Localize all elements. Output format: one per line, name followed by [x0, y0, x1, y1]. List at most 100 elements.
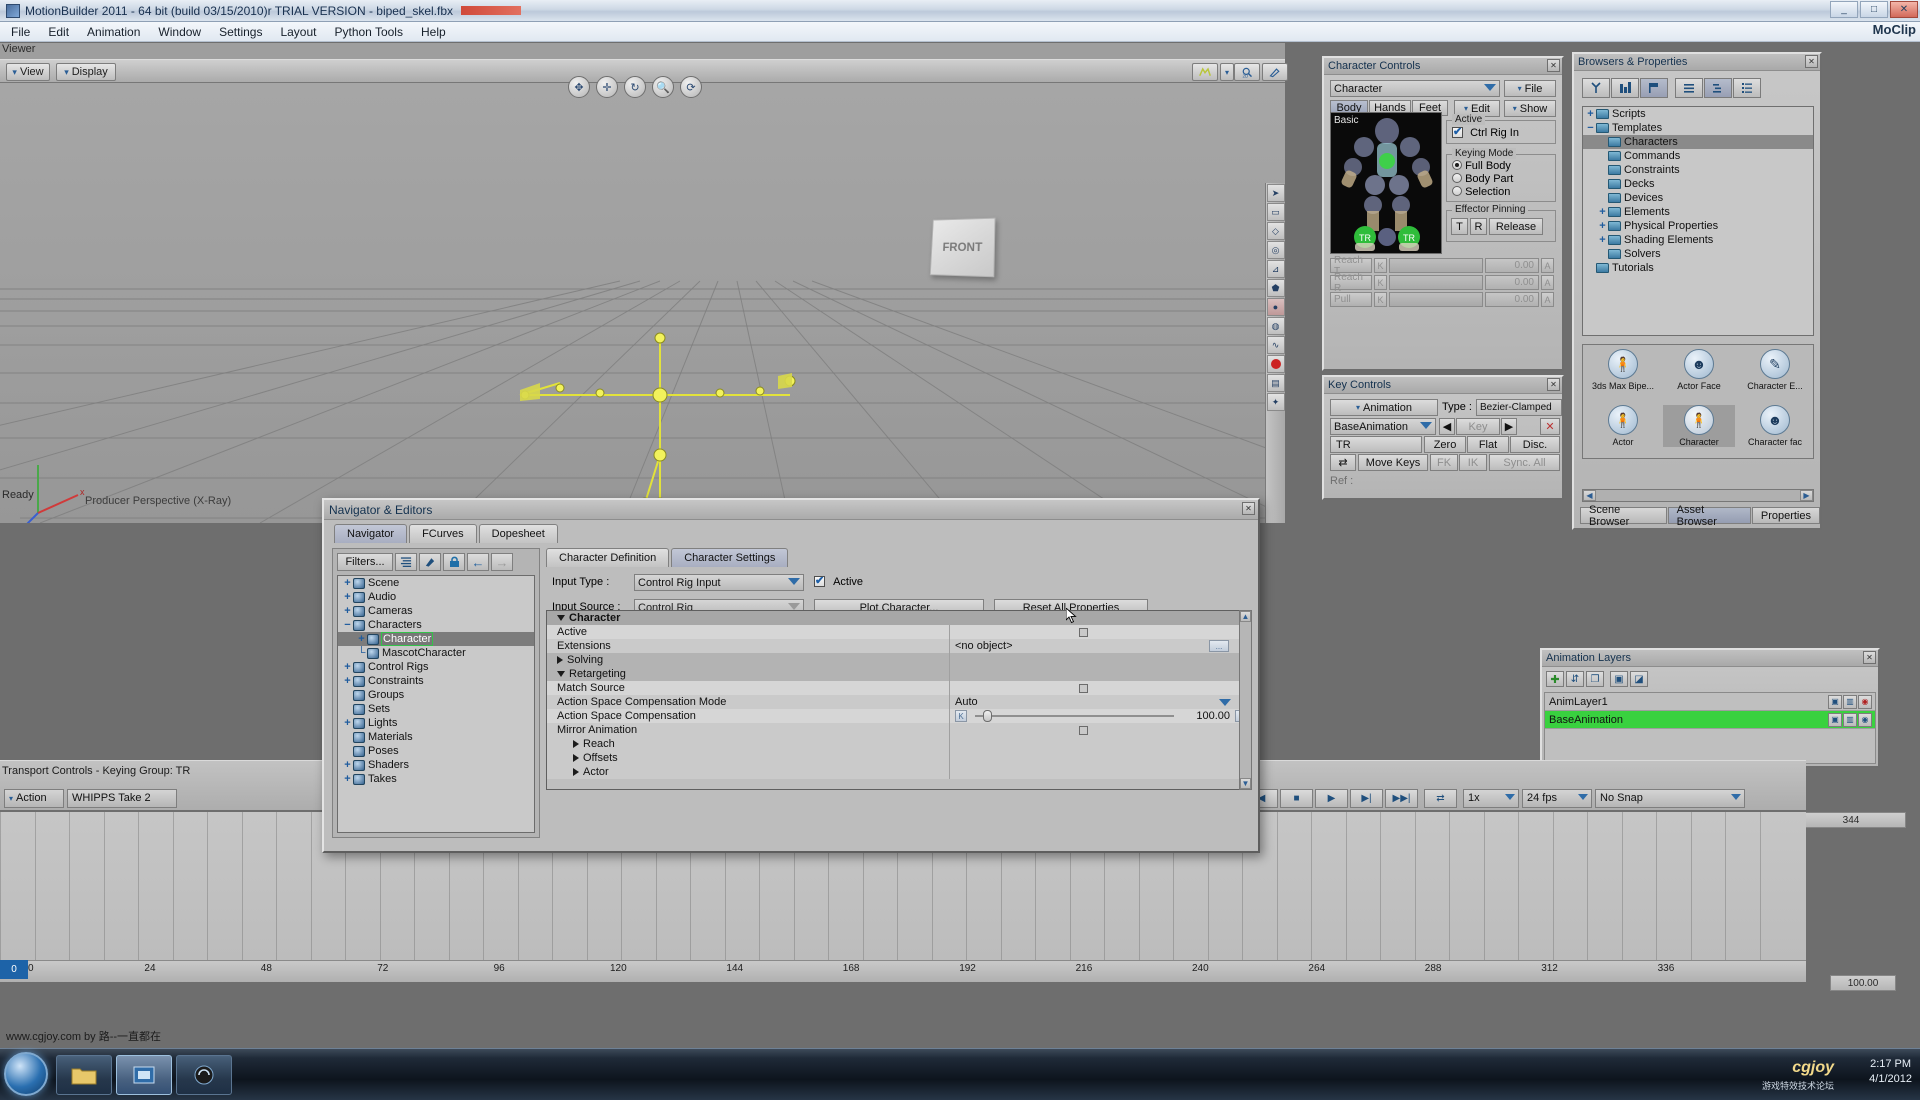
expander-icon[interactable]: + — [342, 605, 353, 617]
tree-item[interactable]: − Templates — [1583, 121, 1813, 135]
tree-item[interactable]: Commands — [1583, 149, 1813, 163]
tab-navigator[interactable]: Navigator — [334, 524, 408, 543]
asset-hscrollbar[interactable]: ◀ ▶ — [1582, 489, 1814, 502]
tree-item[interactable]: Solvers — [1583, 247, 1813, 261]
animation-button[interactable]: ▾ Animation — [1330, 399, 1438, 416]
explorer-icon[interactable] — [56, 1055, 112, 1095]
tab-dopesheet[interactable]: Dopesheet — [478, 524, 558, 543]
tool3-icon[interactable]: ◎ — [1266, 241, 1285, 259]
keyframe-button[interactable]: K — [955, 710, 967, 722]
ctrl-rig-in-checkbox[interactable] — [1452, 125, 1463, 138]
chevron-right-icon[interactable] — [573, 768, 579, 776]
tool5-icon[interactable]: ⬟ — [1266, 279, 1285, 297]
tool2-icon[interactable]: ◇ — [1266, 222, 1285, 240]
play-button[interactable]: ▶ — [1315, 788, 1348, 808]
file-menu-button[interactable]: ▾ File — [1504, 80, 1556, 97]
tree-item[interactable]: + Scripts — [1583, 107, 1813, 121]
character-select[interactable]: Character — [1330, 80, 1500, 97]
property-value-cell[interactable] — [949, 681, 1251, 695]
pin-release-button[interactable]: Release — [1489, 218, 1543, 235]
reach-r-row[interactable]: Reach R K 0.00 A — [1330, 272, 1554, 294]
type-select[interactable]: Bezier-Clamped — [1476, 399, 1562, 416]
pan-icon[interactable]: ✥ — [568, 76, 590, 98]
reach-t-auto[interactable]: A — [1541, 258, 1554, 273]
speed-select[interactable]: 1x — [1463, 788, 1519, 808]
expander-icon[interactable]: + — [342, 773, 353, 785]
property-row[interactable]: Actor — [547, 765, 1251, 779]
scene-navigator-tree[interactable]: + Scene + Audio + Cameras − Characters + Characte… — [337, 575, 535, 833]
asset-item[interactable]: 🧍 3ds Max Bipe... — [1587, 349, 1659, 391]
layer-mute-icon[interactable]: ▥ — [1843, 712, 1857, 727]
property-scrollbar[interactable]: ▲ ▼ — [1239, 610, 1252, 790]
copy-icon[interactable]: ❐ — [1586, 671, 1604, 687]
expander-icon[interactable]: + — [1597, 206, 1608, 218]
tool8-icon[interactable]: ∿ — [1266, 336, 1285, 354]
property-row[interactable]: Active — [547, 625, 1251, 639]
tr-field[interactable]: TR — [1330, 436, 1422, 453]
tree-item[interactable]: + Shading Elements — [1583, 233, 1813, 247]
layer-select[interactable]: BaseAnimation — [1330, 418, 1436, 435]
navigator-tree-item[interactable]: + Lights — [338, 716, 534, 730]
layer-mute-icon[interactable]: ▥ — [1843, 694, 1857, 709]
zero-button[interactable]: Zero — [1424, 436, 1466, 453]
view-menu-button[interactable]: ▾ View — [6, 63, 50, 81]
key-next-button[interactable]: ▶ — [1501, 418, 1517, 435]
property-slider[interactable] — [975, 710, 1174, 722]
curve-icon-button[interactable] — [1192, 63, 1218, 81]
property-row[interactable]: Reach — [547, 737, 1251, 751]
navigator-tree-item[interactable]: + Shaders — [338, 758, 534, 772]
asset-icon-grid[interactable]: 🧍 3ds Max Bipe... ☻ Actor Face ✎ Character E.… — [1582, 344, 1814, 459]
list-item[interactable]: AnimLayer1 ▣ ▥ ◉ — [1545, 693, 1875, 711]
move-keys-icon[interactable]: ⇄ — [1330, 454, 1356, 471]
list-icon[interactable] — [395, 553, 417, 571]
chevron-down-icon[interactable] — [1219, 698, 1231, 706]
expander-icon[interactable]: + — [342, 661, 353, 673]
tab-fcurves[interactable]: FCurves — [409, 524, 477, 543]
curve-dropdown-arrow[interactable]: ▾ — [1220, 63, 1234, 81]
menu-item-settings[interactable]: Settings — [210, 23, 271, 41]
character-rig-thumbnail[interactable]: Basic TR TR — [1330, 112, 1442, 254]
zoom-value-field[interactable]: 100.00 — [1830, 975, 1896, 991]
orbit-icon[interactable]: ↻ — [624, 76, 646, 98]
navigator-tree-item[interactable]: + Takes — [338, 772, 534, 786]
keying-mode-selection[interactable]: Selection — [1452, 186, 1555, 199]
property-row[interactable]: Extensions <no object>... — [547, 639, 1251, 653]
key-button[interactable]: Key — [1456, 418, 1500, 435]
property-browse-button[interactable]: ... — [1209, 640, 1229, 652]
property-checkbox[interactable] — [1079, 683, 1088, 693]
zoom-icon[interactable]: 🔍 — [652, 76, 674, 98]
layer-solo-icon[interactable]: ◉ — [1858, 694, 1872, 709]
scroll-down-icon[interactable]: ▼ — [1240, 778, 1251, 789]
property-value-cell[interactable] — [949, 751, 1251, 765]
reach-r-key[interactable]: K — [1374, 275, 1387, 290]
tool6-icon[interactable]: ● — [1266, 298, 1285, 316]
merge-icon[interactable]: ⇵ — [1566, 671, 1584, 687]
property-value-cell[interactable]: <no object>... — [949, 639, 1251, 653]
property-row[interactable]: Action Space Compensation Mode Auto — [547, 695, 1251, 709]
maximize-button[interactable]: □ — [1860, 1, 1888, 18]
expander-icon[interactable]: + — [356, 633, 367, 645]
viewport-3d[interactable]: x FRONT ➤ ▭ ◇ ◎ ⊿ ⬟ ● ◍ ∿ ▤ ✦ — [0, 83, 1285, 523]
keying-mode-full-body[interactable]: Full Body — [1452, 160, 1555, 173]
reach-t-slider[interactable] — [1389, 258, 1483, 273]
reach-r-slider[interactable] — [1389, 275, 1483, 290]
pin-icon[interactable] — [419, 553, 441, 571]
show-menu-button[interactable]: ▾ Show — [1504, 100, 1556, 117]
pin-r-button[interactable]: R — [1470, 218, 1487, 235]
move-keys-button[interactable]: Move Keys — [1358, 454, 1428, 471]
browser-tab-asset-browser[interactable]: Asset Browser — [1667, 504, 1751, 528]
menu-item-edit[interactable]: Edit — [39, 23, 78, 41]
paint-icon-button[interactable] — [1262, 63, 1288, 81]
property-row[interactable]: Solving — [547, 653, 1251, 667]
forward-icon[interactable]: → — [491, 553, 513, 571]
browser-tab-scene-browser[interactable]: Scene Browser — [1580, 504, 1667, 528]
property-row[interactable]: Match Source — [547, 681, 1251, 695]
back-icon[interactable]: ← — [467, 553, 489, 571]
tool10-icon[interactable]: ✦ — [1266, 393, 1285, 411]
menu-item-animation[interactable]: Animation — [78, 23, 149, 41]
navigator-tree-item[interactable]: Groups — [338, 688, 534, 702]
property-value-cell[interactable]: Auto — [949, 695, 1251, 709]
navigator-tree-item[interactable]: + Constraints — [338, 674, 534, 688]
menu-item-window[interactable]: Window — [149, 23, 210, 41]
asset-item[interactable]: ☻ Character fac — [1739, 405, 1811, 447]
